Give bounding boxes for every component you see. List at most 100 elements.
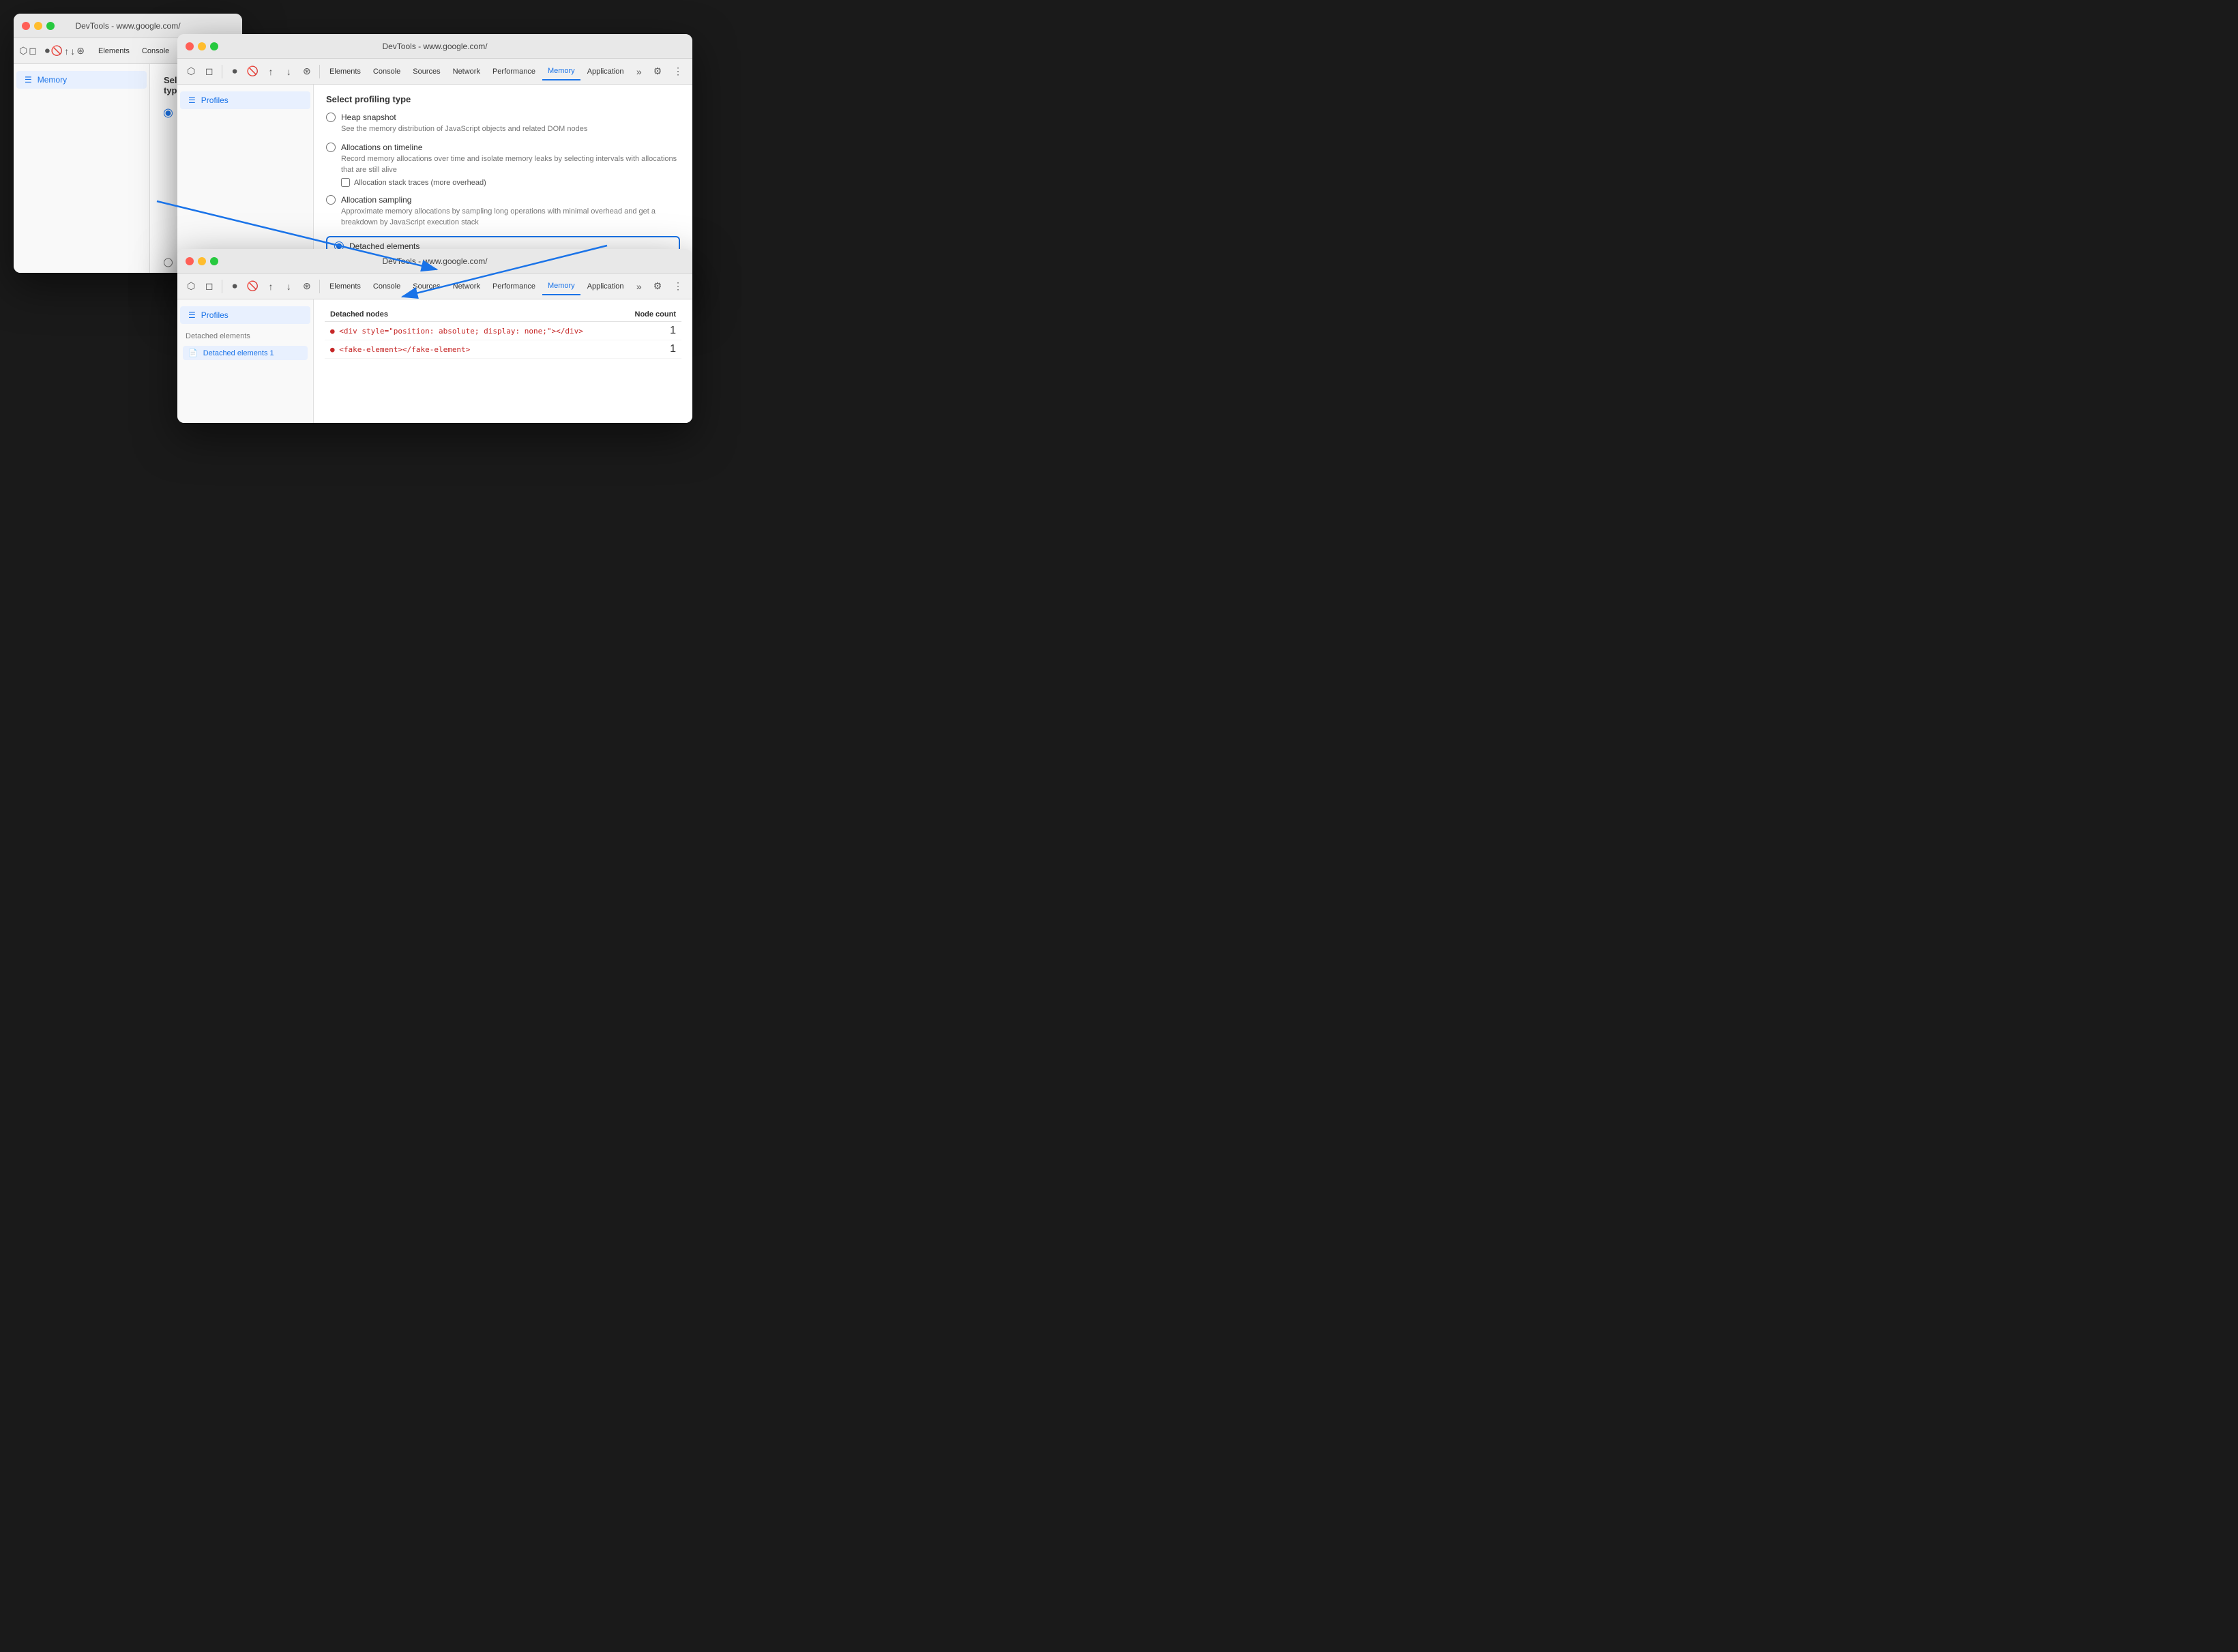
sidebar-label-3: Profiles <box>201 310 229 320</box>
inspect-icon-3[interactable]: ◻ <box>201 278 217 295</box>
upload-icon-2[interactable]: ↑ <box>263 63 279 80</box>
traffic-lights-3 <box>186 257 218 265</box>
sidebar-3: ☰ Profiles Detached elements 📄 Detached … <box>177 299 314 423</box>
titlebar-3: DevTools - www.google.com/ <box>177 249 692 274</box>
cursor-icon[interactable]: ⬡ <box>19 42 27 60</box>
detached-elem-label-3: Detached elements 1 <box>203 349 274 357</box>
dn-node-1: ● <div style="position: absolute; displa… <box>330 327 583 336</box>
record-icon-2[interactable]: ⏺ <box>226 63 243 80</box>
toolbar-sep-4 <box>319 65 320 78</box>
minimize-button-2[interactable] <box>198 42 206 50</box>
clear-icon-2[interactable]: 🚫 <box>244 63 261 80</box>
dn-col-nodes: Detached nodes <box>330 310 388 319</box>
tab-application-2[interactable]: Application <box>582 63 630 80</box>
download-icon-3[interactable]: ↓ <box>280 278 297 295</box>
tab-console-1[interactable]: Console <box>136 42 175 60</box>
tab-performance-3[interactable]: Performance <box>487 278 541 295</box>
tab-elements-2[interactable]: Elements <box>324 63 366 80</box>
inspect-icon[interactable]: ◻ <box>29 42 37 60</box>
tab-application-3[interactable]: Application <box>582 278 630 295</box>
toolbar-2: ⬡ ◻ ⏺ 🚫 ↑ ↓ ⊛ Elements Console Sources N… <box>177 59 692 85</box>
sidebar-section-label-3: Detached elements <box>177 329 313 343</box>
more-tabs-icon-3[interactable]: » <box>631 278 647 295</box>
radio-label-heap-2[interactable]: Heap snapshot <box>326 113 680 122</box>
record-icon[interactable]: ⏺ <box>45 42 50 60</box>
settings-icon-2[interactable]: ⚙ <box>649 63 666 80</box>
collect-icon[interactable]: ⊛ <box>76 42 85 60</box>
cursor-icon-2[interactable]: ⬡ <box>183 63 199 80</box>
record-icon-3[interactable]: ⏺ <box>226 278 243 295</box>
minimize-button-3[interactable] <box>198 257 206 265</box>
checkbox-traces-2[interactable] <box>341 178 350 187</box>
tab-network-2[interactable]: Network <box>447 63 486 80</box>
tab-console-2[interactable]: Console <box>368 63 406 80</box>
maximize-button-3[interactable] <box>210 257 218 265</box>
dn-row-1[interactable]: ● <div style="position: absolute; displa… <box>325 322 681 340</box>
tune-icon-1: ☰ <box>25 75 32 85</box>
detached-elem-icon-3: 📄 <box>188 349 198 357</box>
close-button-2[interactable] <box>186 42 194 50</box>
close-button-3[interactable] <box>186 257 194 265</box>
radio-alloc-timeline-2[interactable] <box>326 143 336 152</box>
dn-count-2: 1 <box>670 343 676 355</box>
clear-icon-3[interactable]: 🚫 <box>244 278 261 295</box>
traffic-lights-1 <box>22 22 55 30</box>
download-icon-2[interactable]: ↓ <box>280 63 297 80</box>
window-title-1: DevTools - www.google.com/ <box>75 21 180 31</box>
dn-node-2: ● <fake-element></fake-element> <box>330 345 470 354</box>
toolbar-sep-6 <box>319 280 320 293</box>
heap-desc-2: See the memory distribution of JavaScrip… <box>341 124 680 134</box>
collect-icon-3[interactable]: ⊛ <box>299 278 315 295</box>
download-icon[interactable]: ↓ <box>70 42 75 60</box>
toolbar-3: ⬡ ◻ ⏺ 🚫 ↑ ↓ ⊛ Elements Console Sources N… <box>177 274 692 299</box>
upload-icon-3[interactable]: ↑ <box>263 278 279 295</box>
minimize-button-1[interactable] <box>34 22 42 30</box>
tab-performance-2[interactable]: Performance <box>487 63 541 80</box>
clear-icon[interactable]: 🚫 <box>51 42 63 60</box>
tab-network-3[interactable]: Network <box>447 278 486 295</box>
tab-sources-2[interactable]: Sources <box>407 63 445 80</box>
window-title-2: DevTools - www.google.com/ <box>382 42 487 51</box>
more-options-icon-2[interactable]: ⋮ <box>669 63 687 80</box>
radio-heap-2[interactable] <box>326 113 336 122</box>
tab-elements-1[interactable]: Elements <box>93 42 135 60</box>
window-title-3: DevTools - www.google.com/ <box>382 256 487 266</box>
settings-icon-3[interactable]: ⚙ <box>649 278 666 295</box>
tab-memory-2[interactable]: Memory <box>542 63 580 80</box>
sidebar-item-profiles-3[interactable]: ☰ Profiles <box>180 306 310 324</box>
collect-icon-2[interactable]: ⊛ <box>299 63 315 80</box>
option-sampling-2: Allocation sampling Approximate memory a… <box>326 195 680 228</box>
maximize-button-2[interactable] <box>210 42 218 50</box>
more-tabs-icon-2[interactable]: » <box>631 63 647 80</box>
detached-elem-item-3[interactable]: 📄 Detached elements 1 <box>183 346 308 360</box>
main-content-3: Detached nodes Node count ● <div style="… <box>314 299 692 423</box>
tab-console-3[interactable]: Console <box>368 278 406 295</box>
radio-alloc-1[interactable] <box>164 258 173 267</box>
devtools-window-3: DevTools - www.google.com/ ⬡ ◻ ⏺ 🚫 ↑ ↓ ⊛… <box>177 249 692 423</box>
maximize-button-1[interactable] <box>46 22 55 30</box>
sampling-label-2: Allocation sampling <box>341 195 411 205</box>
close-button-1[interactable] <box>22 22 30 30</box>
sidebar-item-profiles-1[interactable]: ☰ Memory <box>16 71 147 89</box>
sampling-desc-2: Approximate memory allocations by sampli… <box>341 207 680 228</box>
radio-label-sampling-2[interactable]: Allocation sampling <box>326 195 680 205</box>
inspect-icon-2[interactable]: ◻ <box>201 63 217 80</box>
dn-row-2[interactable]: ● <fake-element></fake-element> 1 <box>325 340 681 359</box>
devtools-body-3: ☰ Profiles Detached elements 📄 Detached … <box>177 299 692 423</box>
more-options-icon-3[interactable]: ⋮ <box>669 278 687 295</box>
dn-header-3: Detached nodes Node count <box>325 308 681 322</box>
upload-icon[interactable]: ↑ <box>64 42 69 60</box>
tab-sources-3[interactable]: Sources <box>407 278 445 295</box>
tab-elements-3[interactable]: Elements <box>324 278 366 295</box>
heap-label-2: Heap snapshot <box>341 113 396 122</box>
option-alloc-timeline-2: Allocations on timeline Record memory al… <box>326 143 680 187</box>
sidebar-item-profiles-2[interactable]: ☰ Profiles <box>180 91 310 109</box>
radio-heap-1[interactable] <box>164 108 173 118</box>
radio-label-alloc-timeline-2[interactable]: Allocations on timeline <box>326 143 680 152</box>
cursor-icon-3[interactable]: ⬡ <box>183 278 199 295</box>
checkbox-label-2: Allocation stack traces (more overhead) <box>354 179 486 187</box>
tab-memory-3[interactable]: Memory <box>542 278 580 295</box>
radio-sampling-2[interactable] <box>326 195 336 205</box>
titlebar-2: DevTools - www.google.com/ <box>177 34 692 59</box>
section-title-2: Select profiling type <box>326 94 680 104</box>
